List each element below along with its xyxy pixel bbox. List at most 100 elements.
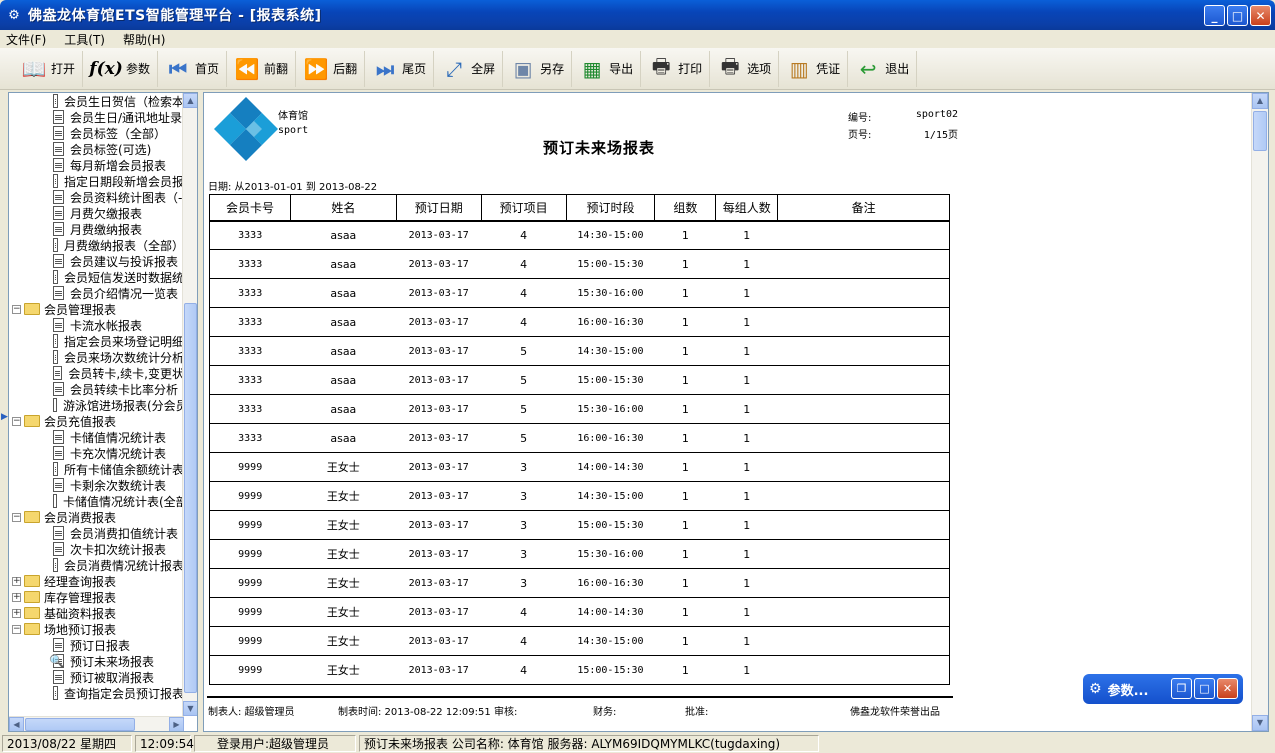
table-cell: 9999 [209, 655, 291, 685]
tree-report-item[interactable]: 指定日期段新增会员报 [9, 173, 184, 189]
expand-icon[interactable]: + [12, 608, 21, 618]
table-row: 9999 王女士 2013-03-17 3 14:00-14:30 1 1 [209, 452, 950, 482]
left-splitter[interactable]: ▶ [0, 92, 8, 732]
exit-arrow-icon: ↩ [859, 56, 877, 81]
param-close-button[interactable]: ✕ [1217, 678, 1238, 699]
tree-folder[interactable]: + 库存管理报表 [9, 589, 184, 605]
tree-report-item[interactable]: 游泳馆进场报表(分会员 [9, 397, 184, 413]
first-page-button[interactable]: ⏮ 首页 [158, 50, 228, 87]
tree-report-item[interactable]: 会员来场次数统计分析 [9, 349, 184, 365]
tree-folder[interactable]: − 会员充值报表 [9, 413, 184, 429]
exit-button[interactable]: ↩ 退出 [848, 50, 918, 87]
table-cell: 14:30-15:00 [566, 220, 655, 250]
tree-report-item[interactable]: 卡剩余次数统计表 [9, 477, 184, 493]
table-cell [777, 278, 950, 308]
expand-icon[interactable]: + [12, 576, 21, 586]
scroll-down-icon[interactable]: ▼ [1252, 715, 1268, 731]
scroll-thumb[interactable] [1253, 111, 1267, 151]
status-bar: 2013/08/22 星期四 12:09:54 登录用户:超级管理员 预订未来场… [0, 734, 1275, 753]
voucher-button[interactable]: ▥ 凭证 [779, 50, 849, 87]
tree-report-item[interactable]: 每月新增会员报表 [9, 157, 184, 173]
tree-folder[interactable]: + 经理查询报表 [9, 573, 184, 589]
report-vertical-scrollbar[interactable]: ▲ ▼ [1251, 93, 1268, 731]
fullscreen-button[interactable]: ⤢ 全屏 [434, 50, 504, 87]
tree-item-label: 会员标签(可选) [70, 142, 152, 157]
tree-report-item[interactable]: 会员消费扣值统计表 [9, 525, 184, 541]
scroll-right-icon[interactable]: ▶ [169, 717, 184, 731]
tree-report-item[interactable]: 会员转卡,续卡,变更状 [9, 365, 184, 381]
saveas-button[interactable]: ▣ 另存 [503, 50, 573, 87]
tree-report-item[interactable]: 指定会员来场登记明细 [9, 333, 184, 349]
next-page-button[interactable]: ⏩ 后翻 [296, 50, 366, 87]
tree-report-item[interactable]: 会员标签（全部） [9, 125, 184, 141]
table-cell: 15:00-15:30 [566, 655, 655, 685]
param-restore-button[interactable]: ❐ [1171, 678, 1192, 699]
tree-report-item[interactable]: 会员消费情况统计报表 [9, 557, 184, 573]
tree-folder[interactable]: − 会员消费报表 [9, 509, 184, 525]
tree-folder[interactable]: − 场地预订报表 [9, 621, 184, 637]
scroll-up-icon[interactable]: ▲ [183, 93, 197, 108]
table-cell: 2013-03-17 [396, 249, 482, 279]
tree-folder[interactable]: + 基础资料报表 [9, 605, 184, 621]
menu-help[interactable]: 帮助(H) [123, 31, 165, 48]
scroll-thumb[interactable] [25, 718, 135, 731]
table-cell: 王女士 [290, 452, 397, 482]
collapse-icon[interactable]: − [12, 304, 21, 314]
tree-report-item[interactable]: 月费欠缴报表 [9, 205, 184, 221]
minimize-button[interactable]: _ [1204, 5, 1225, 26]
collapse-icon[interactable]: − [12, 416, 21, 426]
tree-report-item[interactable]: 卡流水帐报表 [9, 317, 184, 333]
tree-report-item[interactable]: 卡储值情况统计表(全部 [9, 493, 184, 509]
maximize-button[interactable]: □ [1227, 5, 1248, 26]
open-button[interactable]: 📖 打开 [14, 50, 84, 87]
tree-report-item[interactable]: 会员生日贺信（检索本 [9, 93, 184, 109]
next-page-icon: ⏩ [303, 56, 329, 81]
params-button[interactable]: f(x) 参数 [83, 50, 159, 87]
last-page-button[interactable]: ⏭ 尾页 [365, 50, 435, 87]
tree-vertical-scrollbar[interactable]: ▲ ▼ [182, 93, 197, 716]
tree-report-item[interactable]: 🔍 预订未来场报表 [9, 653, 184, 669]
collapse-icon[interactable]: − [12, 512, 21, 522]
tree-report-item[interactable]: 会员资料统计图表（- [9, 189, 184, 205]
scroll-thumb[interactable] [184, 303, 197, 693]
tree-report-item[interactable]: 月费缴纳报表（全部） [9, 237, 184, 253]
print-button[interactable]: 🖶 打印 [641, 50, 711, 87]
scroll-left-icon[interactable]: ◀ [9, 717, 24, 731]
tree-horizontal-scrollbar[interactable]: ◀ ▶ [9, 716, 184, 731]
options-button[interactable]: 🖶 选项 [710, 50, 780, 87]
tree-report-item[interactable]: 预订被取消报表 [9, 669, 184, 685]
export-button[interactable]: ▦ 导出 [572, 50, 642, 87]
tree-report-item[interactable]: 会员转续卡比率分析 [9, 381, 184, 397]
table-cell: asaa [290, 307, 397, 337]
tree-report-item[interactable]: 所有卡储值余额统计表 [9, 461, 184, 477]
expand-icon[interactable]: + [12, 592, 21, 602]
table-row: 3333 asaa 2013-03-17 4 16:00-16:30 1 1 [209, 307, 950, 337]
menu-bar: 文件(F) 工具(T) 帮助(H) [0, 30, 1275, 48]
tree-report-item[interactable]: 会员标签(可选) [9, 141, 184, 157]
tree-report-item[interactable]: 查询指定会员预订报表 [9, 685, 184, 701]
tree-report-item[interactable]: 会员建议与投诉报表 [9, 253, 184, 269]
table-cell: 3 [481, 510, 566, 540]
tree-report-item[interactable]: 月费缴纳报表 [9, 221, 184, 237]
collapse-icon[interactable]: − [12, 624, 21, 634]
tree-report-item[interactable]: 卡储值情况统计表 [9, 429, 184, 445]
close-button[interactable]: ✕ [1250, 5, 1271, 26]
tree-report-item[interactable]: 会员短信发送时数据统 [9, 269, 184, 285]
param-floating-panel[interactable]: ⚙ 参数... ❐ □ ✕ [1083, 674, 1243, 704]
scroll-up-icon[interactable]: ▲ [1252, 93, 1268, 109]
table-cell: 2013-03-17 [396, 394, 482, 424]
prev-page-button[interactable]: ⏪ 前翻 [227, 50, 297, 87]
tree-report-item[interactable]: 预订日报表 [9, 637, 184, 653]
table-cell: 王女士 [290, 626, 397, 656]
menu-file[interactable]: 文件(F) [6, 31, 46, 48]
save-icon: ▣ [513, 56, 533, 81]
scroll-down-icon[interactable]: ▼ [183, 701, 197, 716]
tree-report-item[interactable]: 会员介绍情况一览表 [9, 285, 184, 301]
param-maximize-button[interactable]: □ [1194, 678, 1215, 699]
menu-tools[interactable]: 工具(T) [64, 31, 105, 48]
tree-report-item[interactable]: 次卡扣次统计报表 [9, 541, 184, 557]
tree-report-item[interactable]: 会员生日/通讯地址录 [9, 109, 184, 125]
document-icon [53, 94, 58, 108]
tree-report-item[interactable]: 卡充次情况统计表 [9, 445, 184, 461]
tree-folder[interactable]: − 会员管理报表 [9, 301, 184, 317]
